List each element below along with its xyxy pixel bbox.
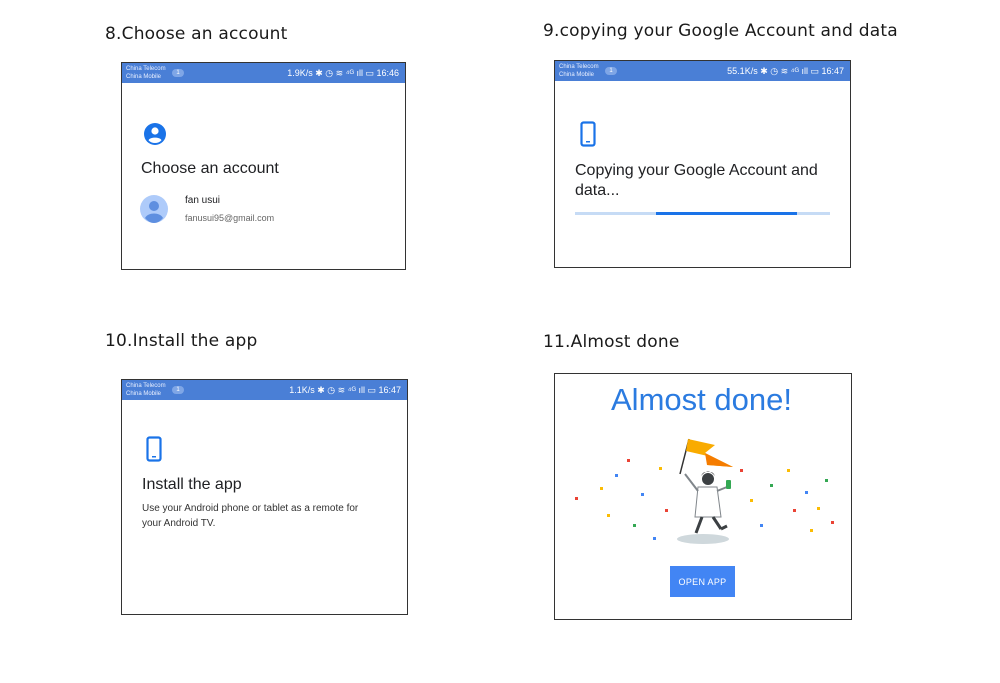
celebration-illustration bbox=[575, 438, 834, 544]
step-9-title: 9.copying your Google Account and data bbox=[543, 21, 898, 41]
notification-badge: 1 bbox=[605, 67, 617, 75]
choose-account-heading: Choose an account bbox=[141, 160, 279, 177]
phone-icon bbox=[580, 121, 596, 147]
account-row[interactable]: fan usui fanusui95@gmail.com bbox=[140, 191, 340, 227]
notification-badge: 1 bbox=[172, 386, 184, 394]
phone-screen-almost-done: Almost done! OPEN APP bbox=[554, 373, 852, 620]
status-indicators: 55.1K/s ✱ ◷ ≋ ⁴ᴳ ıll ▭ 16:47 bbox=[727, 66, 844, 76]
status-indicators: 1.9K/s ✱ ◷ ≋ ⁴ᴳ ıll ▭ 16:46 bbox=[287, 68, 399, 78]
phone-screen-choose-account: China Telecom China Mobile 1 1.9K/s ✱ ◷ ≋… bbox=[121, 62, 406, 270]
phone-screen-install-app: China Telecom China Mobile 1 1.1K/s ✱ ◷ ≋… bbox=[121, 379, 408, 615]
carrier-label: China Telecom China Mobile bbox=[126, 383, 166, 397]
progress-bar-fill bbox=[656, 212, 797, 215]
almost-done-heading: Almost done! bbox=[611, 382, 792, 417]
open-app-button[interactable]: OPEN APP bbox=[670, 566, 735, 597]
progress-bar bbox=[575, 212, 830, 215]
account-circle-icon bbox=[144, 123, 166, 145]
status-bar: China Telecom China Mobile 1 1.9K/s ✱ ◷ ≋… bbox=[122, 63, 405, 83]
status-indicators: 1.1K/s ✱ ◷ ≋ ⁴ᴳ ıll ▭ 16:47 bbox=[289, 385, 401, 395]
avatar-icon bbox=[140, 195, 168, 223]
step-10-title: 10.Install the app bbox=[105, 331, 258, 351]
status-bar: China Telecom China Mobile 1 1.1K/s ✱ ◷ ≋… bbox=[122, 380, 407, 400]
status-bar: China Telecom China Mobile 1 55.1K/s ✱ ◷ … bbox=[555, 61, 850, 81]
phone-icon bbox=[146, 436, 162, 462]
install-app-description: Use your Android phone or tablet as a re… bbox=[142, 503, 359, 529]
notification-badge: 1 bbox=[172, 69, 184, 77]
carrier-label: China Telecom China Mobile bbox=[559, 64, 599, 78]
step-11-title: 11.Almost done bbox=[543, 332, 680, 352]
phone-screen-copying: China Telecom China Mobile 1 55.1K/s ✱ ◷ … bbox=[554, 60, 851, 268]
step-8-title: 8.Choose an account bbox=[105, 24, 288, 44]
install-app-heading: Install the app bbox=[142, 476, 242, 493]
account-email: fanusui95@gmail.com bbox=[185, 213, 275, 223]
account-name: fan usui bbox=[185, 195, 221, 206]
copying-heading: Copying your Google Account and data... bbox=[575, 162, 818, 199]
carrier-label: China Telecom China Mobile bbox=[126, 66, 166, 80]
